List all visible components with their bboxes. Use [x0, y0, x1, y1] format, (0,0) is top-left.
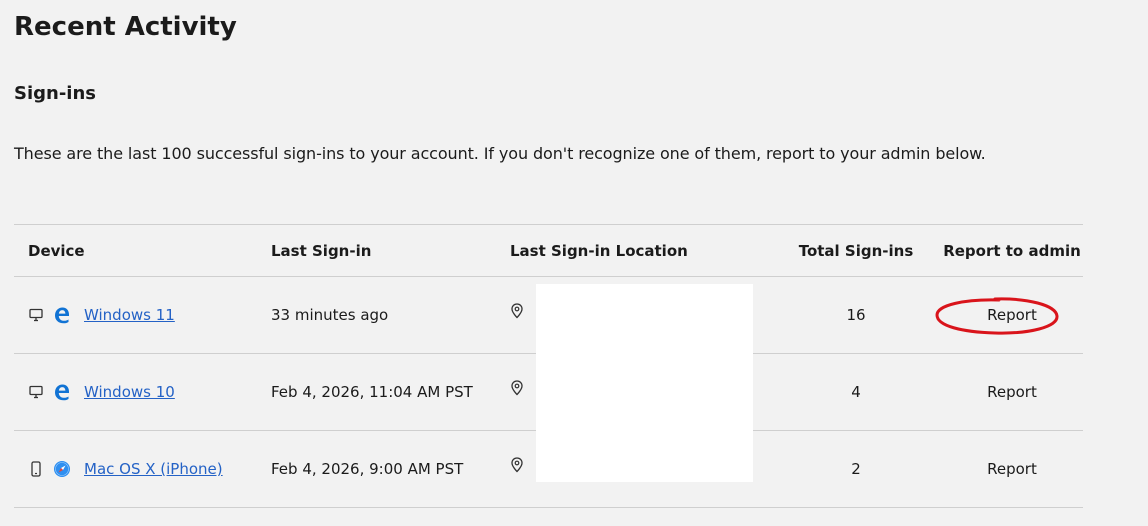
- desktop-icon: [28, 384, 44, 400]
- location-cell: [510, 354, 524, 430]
- safari-icon: [52, 459, 72, 479]
- mobile-phone-icon: [28, 461, 44, 477]
- device-link[interactable]: Windows 10: [84, 383, 175, 401]
- report-button[interactable]: Report: [987, 460, 1037, 478]
- device-link[interactable]: Windows 11: [84, 306, 175, 324]
- device-cell: Mac OS X (iPhone): [28, 431, 223, 507]
- column-header-location: Last Sign-in Location: [510, 241, 688, 260]
- column-header-last-signin: Last Sign-in: [271, 241, 372, 260]
- report-button[interactable]: Report: [987, 383, 1037, 401]
- location-cell: [510, 431, 524, 507]
- location-redaction: [536, 284, 753, 482]
- location-pin-icon: [510, 303, 524, 319]
- last-signin-cell: 33 minutes ago: [271, 306, 389, 324]
- location-pin-icon: [510, 380, 524, 396]
- device-cell: Windows 11: [28, 277, 175, 353]
- report-cell: Report: [941, 277, 1083, 353]
- device-cell: Windows 10: [28, 354, 175, 430]
- signins-description: These are the last 100 successful sign-i…: [14, 144, 986, 163]
- desktop-icon: [28, 307, 44, 323]
- table-header-row: Device Last Sign-in Last Sign-in Locatio…: [14, 224, 1083, 276]
- column-header-device: Device: [28, 241, 85, 260]
- report-cell: Report: [941, 354, 1083, 430]
- last-signin-cell: Feb 4, 2026, 11:04 AM PST: [271, 383, 473, 401]
- location-pin-icon: [510, 457, 524, 473]
- recent-activity-page: Recent Activity Sign-ins These are the l…: [0, 0, 1148, 526]
- total-signins-cell: 16: [846, 306, 866, 324]
- column-header-total-signins: Total Sign-ins: [798, 241, 914, 260]
- edge-icon: [52, 382, 72, 402]
- section-title: Sign-ins: [14, 83, 97, 104]
- column-header-report: Report to admin: [943, 241, 1081, 260]
- location-cell: [510, 277, 524, 353]
- device-link[interactable]: Mac OS X (iPhone): [84, 460, 223, 478]
- total-signins-cell: 4: [851, 383, 861, 401]
- report-button[interactable]: Report: [987, 306, 1037, 324]
- report-cell: Report: [941, 431, 1083, 507]
- total-signins-cell: 2: [851, 460, 861, 478]
- last-signin-cell: Feb 4, 2026, 9:00 AM PST: [271, 460, 464, 478]
- edge-icon: [52, 305, 72, 325]
- page-title: Recent Activity: [14, 12, 237, 42]
